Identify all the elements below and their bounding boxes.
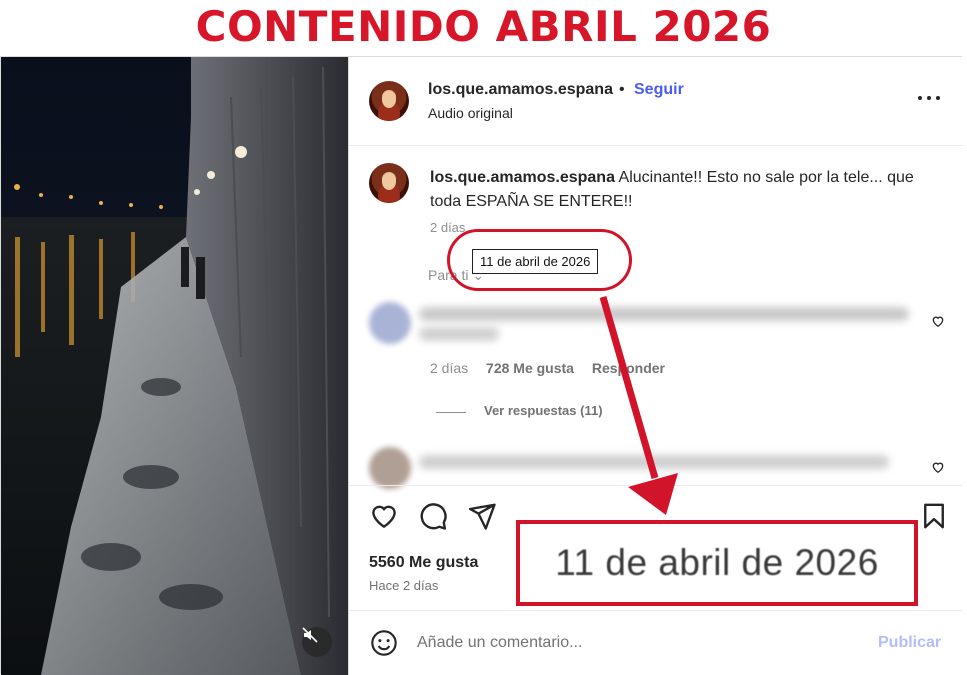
video-frame [1,57,348,675]
replies-line [436,412,466,413]
heart-icon[interactable] [369,501,399,531]
comment-input[interactable]: Añade un comentario... [417,634,582,652]
view-replies-button[interactable]: Ver respuestas (11) [484,403,603,418]
comment-composer: Añade un comentario... Publicar [349,610,963,675]
emoji-icon[interactable] [370,629,398,657]
reply-button[interactable]: Responder [592,360,665,376]
caption-text: los.que.amamos.espana Alucinante!! Esto … [430,166,930,214]
comment-time[interactable]: 2 días [430,360,468,376]
instagram-post: los.que.amamos.espana • Seguir Audio ori… [0,56,963,675]
blurred-comment-text [419,327,499,341]
post-likes-count[interactable]: 5560 Me gusta [369,554,478,572]
follow-button[interactable]: Seguir [634,81,684,99]
author-avatar[interactable] [369,81,409,121]
comment-likes[interactable]: 728 Me gusta [486,360,574,376]
separator-dot: • [619,81,625,98]
comment-like-icon[interactable] [931,460,945,474]
comment-like-icon[interactable] [931,314,945,328]
post-details: los.que.amamos.espana • Seguir Audio ori… [348,57,963,675]
comment-meta: 2 días 728 Me gusta Responder [430,360,665,376]
publish-button[interactable]: Publicar [878,634,941,652]
blurred-comment-text [419,307,909,321]
blurred-comment-text [419,455,889,469]
mute-button[interactable] [302,627,332,657]
commenter-avatar[interactable] [369,447,411,489]
banner-title: CONTENIDO ABRIL 2026 [195,2,772,51]
caption-avatar[interactable] [369,163,409,203]
tooltip-highlight-circle [447,229,632,291]
bookmark-icon[interactable] [919,501,949,531]
commenter-avatar[interactable] [369,302,411,344]
zoomed-date-callout: 11 de abril de 2026 [516,520,918,606]
caption-username[interactable]: los.que.amamos.espana [430,169,615,186]
zoomed-date-text: 11 de abril de 2026 [555,542,879,583]
audio-label[interactable]: Audio original [428,105,513,121]
more-options-icon[interactable] [918,87,940,109]
author-username[interactable]: los.que.amamos.espana [428,81,613,99]
share-icon[interactable] [467,501,497,531]
muted-speaker-icon [302,627,318,643]
caption-timestamp[interactable]: 2 días [430,220,465,235]
video-player[interactable] [1,57,348,675]
post-time-ago[interactable]: Hace 2 días [369,578,438,593]
actions-divider [349,485,963,486]
comment-icon[interactable] [418,501,448,531]
header-divider [349,145,963,146]
